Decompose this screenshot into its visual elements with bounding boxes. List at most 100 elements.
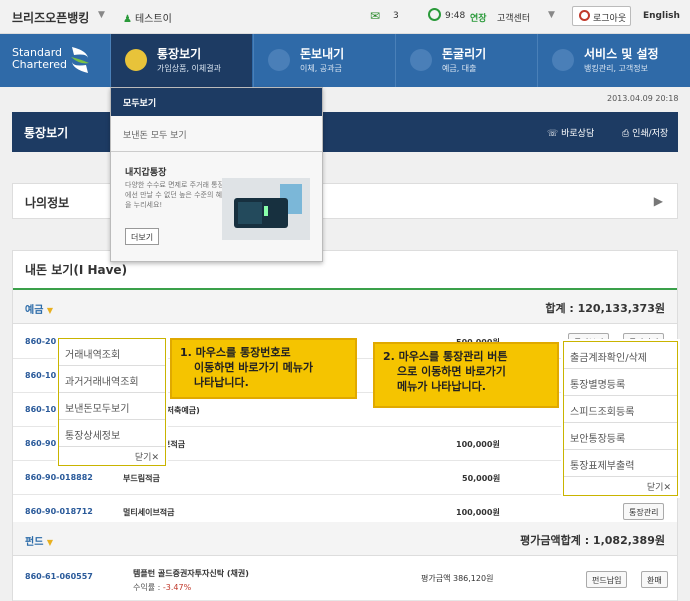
nav-label: 돈보내기 [300,47,345,61]
menu-item-speed-inquiry[interactable]: 스피드조회등록 [564,396,677,423]
datetime: 2013.04.09 20:18 [607,94,679,103]
account-number[interactable]: 860-20- [25,337,59,346]
chart-icon [410,49,432,71]
accounts-title: 내돈 보기(I Have) [25,263,128,277]
dropdown-all-link[interactable]: 모두보기 [111,88,322,116]
fund-deposit-button[interactable]: 펀드납입 [586,571,628,588]
chevron-down-icon[interactable]: ▼ [98,10,105,20]
close-menu-button[interactable]: 닫기✕ [564,477,677,495]
nav-transfer[interactable]: 돈보내기 이체, 공과금 [253,34,395,87]
menu-item-print-cover[interactable]: 통장표제부출력 [564,450,677,477]
logout-button[interactable]: 로그아웃 [572,6,631,26]
close-menu-button[interactable]: 닫기✕ [59,447,165,465]
top-bar: 브리즈오픈뱅킹 ▼ ♟ 테스트이 ✉ 3 9:48 연장 고객센터 ▼ 로그아웃 … [0,0,690,34]
deposit-label: 예금 ▼ [25,305,54,316]
page-title: 통장보기 [24,126,69,140]
account-number[interactable]: 860-90-018882 [25,473,93,482]
menu-item-nickname[interactable]: 통장별명등록 [564,369,677,396]
menu-item-sent-money[interactable]: 보낸돈모두보기 [59,393,165,420]
chevron-right-icon: ▶ [653,194,663,208]
dropdown-sent-link[interactable]: 보낸돈 모두 보기 [123,128,187,141]
nav-label: 통장보기 [157,47,202,61]
fund-total: 평가금액합계 : 1,082,389원 [520,534,665,547]
callout-line: 나타납니다. [194,376,249,389]
nav-label: 서비스 및 설정 [584,47,659,61]
nav-sublabel: 가입상품, 이체결과 [157,64,221,73]
callout-manage-button: 2. 마우스를 통장관리 버튼 으로 이동하면 바로가기 메뉴가 나타납니다. [373,342,559,408]
fund-section[interactable]: 펀드 ▼ 평가금액합계 : 1,082,389원 [13,522,677,556]
my-info-title: 나의정보 [25,196,70,210]
power-icon [579,10,590,21]
balance: 50,000원 [462,474,501,483]
logo-mark-icon [71,47,89,73]
account-number[interactable]: 860-10- [25,371,59,380]
account-number[interactable]: 860-61-060557 [25,572,93,581]
language-link[interactable]: English [643,11,680,21]
manage-passbook-button[interactable]: 통장관리 [623,503,665,520]
chevron-down-icon: ▼ [46,538,54,547]
brand-title: 브리즈오픈뱅킹 [12,11,90,25]
chevron-down-icon: ▼ [46,306,54,315]
callout-account-number: 1. 마우스를 통장번호로 이동하면 바로가기 메뉴가 나타납니다. [170,338,357,399]
clock-icon [428,8,441,21]
promo-title: 내지갑통장 [125,168,167,178]
print-link[interactable]: ⎙ 인쇄/저장 [622,126,668,139]
session-time: 9:48 [445,11,466,21]
extend-session-link[interactable]: 연장 [470,11,487,24]
menu-item-secure-passbook[interactable]: 보안통장등록 [564,423,677,450]
balance: 100,000원 [456,508,500,517]
eye-icon [125,49,147,71]
wallet-icon [234,184,302,228]
account-number[interactable]: 860-90-018712 [25,507,93,516]
account-name: (저축예금) [163,406,200,415]
fund-name: 템플턴 골드증권자투자신탁 (채권) [133,569,249,578]
callout-line: 2. 마우스를 통장관리 버튼 [383,350,508,363]
main-nav: Standard Chartered 통장보기 가입상품, 이체결과 돈보내기 이… [0,34,690,87]
wallet-image [222,178,310,240]
deposit-section[interactable]: 예금 ▼ 합계 : 120,133,373원 [13,290,677,324]
balance: 100,000원 [456,440,500,449]
divider [111,151,322,152]
eval-amount: 평가금액 386,120원 [421,574,494,583]
mail-count: 3 [393,11,399,21]
menu-item-withdraw-account[interactable]: 출금계좌확인/삭제 [564,342,677,369]
menu-item-passbook-details[interactable]: 통장상세정보 [59,420,165,447]
consult-link[interactable]: ☏ 바로상담 [547,126,594,139]
nav-sublabel: 이체, 공과금 [300,64,342,73]
user-name: ♟ 테스트이 [123,14,172,25]
user-icon: ♟ [123,14,132,25]
fund-yield: 수익률 : -3.47% [133,583,192,592]
deposit-total: 합계 : 120,133,373원 [545,302,665,315]
menu-item-transactions[interactable]: 거래내역조회 [59,339,165,366]
more-button[interactable]: 더보기 [125,228,160,245]
manage-shortcut-menu: 출금계좌확인/삭제 통장별명등록 스피드조회등록 보안통장등록 통장표제부출력 … [563,341,678,496]
logo-text: Standard Chartered [12,46,68,71]
promo-description: 다양한 수수료 면제로 주거래 통장에선 만날 수 없던 높은 수준의 혜택을 … [125,181,229,209]
nav-sublabel: 뱅킹관리, 고객정보 [584,64,648,73]
callout-line: 으로 이동하면 바로가기 [397,365,506,378]
callout-line: 메뉴가 나타납니다. [397,380,486,393]
transfer-icon [268,49,290,71]
logo[interactable]: Standard Chartered [0,34,110,87]
nav-invest[interactable]: 돈굴리기 예금, 대출 [395,34,537,87]
table-row: 860-61-060557 템플턴 골드증권자투자신탁 (채권) 수익률 : -… [13,559,677,601]
nav-services[interactable]: 서비스 및 설정 뱅킹관리, 고객정보 [537,34,690,87]
fund-label: 펀드 ▼ [25,537,54,548]
nav-sublabel: 예금, 대출 [442,64,477,73]
gear-icon [552,49,574,71]
callout-line: 1. 마우스를 통장번호로 [180,346,291,359]
chevron-down-icon[interactable]: ▼ [548,10,555,20]
account-number[interactable]: 860-90- [25,439,59,448]
account-name: 부드림적금 [123,474,160,483]
customer-center-link[interactable]: 고객센터 [497,11,530,24]
account-shortcut-menu: 거래내역조회 과거거래내역조회 보낸돈모두보기 통장상세정보 닫기✕ [58,338,166,466]
nav-dropdown: 모두보기 보낸돈 모두 보기 내지갑통장 다양한 수수료 면제로 주거래 통장에… [110,87,323,262]
nav-label: 돈굴리기 [442,47,487,61]
menu-item-past-transactions[interactable]: 과거거래내역조회 [59,366,165,393]
redeem-button[interactable]: 환매 [641,571,668,588]
account-name: 멀티세이브적금 [123,508,175,517]
account-name: 브적금 [163,440,186,449]
nav-view-accounts[interactable]: 통장보기 가입상품, 이체결과 [110,34,252,87]
account-number[interactable]: 860-10- [25,405,59,414]
mail-icon[interactable]: ✉ [370,9,380,23]
